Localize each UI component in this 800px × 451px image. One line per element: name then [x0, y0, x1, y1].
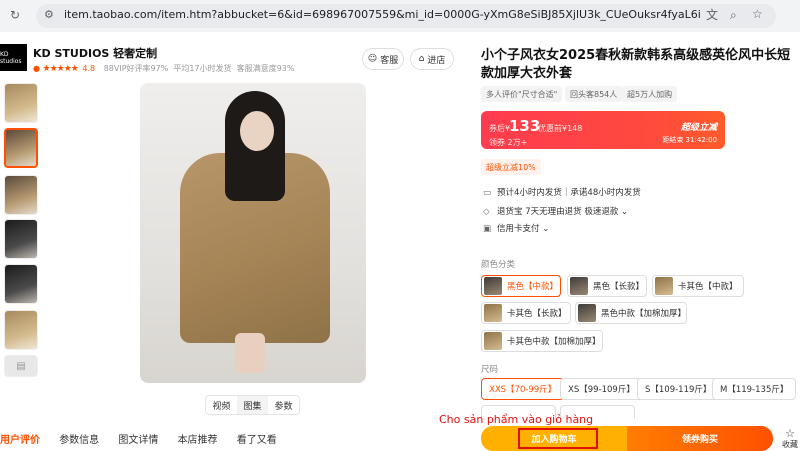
color-option-black-padded[interactable]: 黑色中款【加棉加厚】	[575, 302, 687, 324]
main-product-image[interactable]	[140, 83, 366, 383]
legs-shape	[235, 333, 265, 373]
zoom-icon[interactable]: ⌕	[730, 9, 737, 21]
service-returns[interactable]: ◇ 退货宝 7天无理由退货 极速退款 ⌄	[483, 205, 628, 217]
color-option-black-long[interactable]: 黑色【长款】	[567, 275, 647, 297]
thumbnail-more[interactable]: ▤	[4, 355, 38, 377]
color-option-khaki-padded[interactable]: 卡其色中款【加棉加厚】	[481, 330, 603, 352]
service-shipping: ▭ 预计4小时内发货｜承诺48小时内发货	[483, 188, 641, 198]
thumbnail-3[interactable]	[4, 175, 38, 215]
size-option-s[interactable]: S【109-119斤】	[637, 378, 720, 400]
tab-reviews[interactable]: 用户评价	[0, 435, 40, 446]
annotation-text: Cho sản phẩm vào giỏ hàng	[439, 413, 594, 426]
size-option-xxs[interactable]: XXS【70-99斤】	[481, 378, 565, 400]
reload-icon[interactable]: ↻	[10, 9, 20, 21]
shield-icon: ◇	[483, 207, 490, 217]
tab-detail[interactable]: 图文详情	[118, 435, 158, 446]
truck-icon: ▭	[483, 188, 492, 198]
countdown-timer: 距结束 31:42:00	[662, 136, 717, 144]
size-option-m[interactable]: M【119-135斤】	[712, 378, 797, 400]
color-swatch	[484, 304, 502, 322]
tag-repeat-buyers[interactable]: 回头客854人	[565, 86, 623, 102]
color-swatch	[484, 277, 502, 295]
enter-store-button[interactable]: ⌂ 进店	[410, 48, 454, 70]
browser-toolbar: ↻ ⚙ item.taobao.com/item.htm?abbucket=6&…	[0, 0, 800, 32]
card-icon: ▣	[483, 224, 492, 234]
super-discount-label: 超级立减	[680, 123, 717, 133]
price-banner[interactable]: 券后¥ 133 优惠前¥148 领券 2万+ 超级立减 距结束 31:42:00	[481, 111, 725, 149]
tab-video[interactable]: 视频	[206, 396, 237, 414]
tab-gallery[interactable]: 图集	[237, 396, 268, 414]
tag-review[interactable]: 多人评价"尺寸合适"	[481, 86, 563, 102]
size-label: 尺码	[481, 365, 499, 375]
size-option-xs[interactable]: XS【99-109斤】	[560, 378, 643, 400]
store-rating: 4.8	[82, 64, 96, 73]
color-swatch	[484, 332, 502, 350]
annotation-highlight-box	[518, 428, 598, 449]
thumbnail-1[interactable]	[4, 83, 38, 123]
tab-param-info[interactable]: 参数信息	[59, 435, 99, 446]
translate-icon[interactable]: 文	[706, 9, 718, 21]
url-text[interactable]: item.taobao.com/item.htm?abbucket=6&id=6…	[64, 8, 700, 21]
customer-service-button[interactable]: ☺ 客服	[362, 48, 404, 70]
tab-params[interactable]: 参数	[268, 396, 299, 414]
site-info-icon[interactable]: ⚙	[44, 9, 54, 20]
color-swatch	[655, 277, 673, 295]
color-swatch	[578, 304, 596, 322]
gallery-mode-tabs: 视频 图集 参数	[205, 395, 300, 415]
tab-store-recommend[interactable]: 本店推荐	[178, 435, 218, 446]
favorite-button[interactable]: ☆ 收藏	[781, 428, 799, 450]
thumbnail-4[interactable]	[4, 219, 38, 259]
color-option-khaki-long[interactable]: 卡其色【长款】	[481, 302, 571, 324]
gallery-icon: ▤	[16, 360, 26, 372]
chat-icon: ☺	[367, 54, 378, 64]
stat-vip: 88VIP好评率97%	[103, 64, 169, 73]
color-option-black-mid[interactable]: 黑色【中款】	[481, 275, 561, 297]
detail-tabs: 用户评价 参数信息 图文详情 本店推荐 看了又看	[0, 431, 293, 447]
stat-shipping: 平均17小时发货	[173, 64, 232, 73]
store-badge-icon: ●	[33, 64, 40, 73]
thumbnail-6[interactable]	[4, 310, 38, 350]
store-logo[interactable]: KD studios	[0, 44, 27, 71]
color-swatch	[570, 277, 588, 295]
stat-service: 客服满意度93%	[236, 64, 295, 73]
tag-added-to-cart[interactable]: 超5万人加购	[622, 86, 678, 102]
star-icon: ☆	[785, 427, 795, 440]
face-shape	[240, 111, 274, 151]
store-icon: ⌂	[418, 54, 425, 64]
tab-also-viewed[interactable]: 看了又看	[237, 435, 277, 446]
bookmark-star-icon[interactable]: ☆	[752, 8, 763, 20]
color-option-khaki-mid[interactable]: 卡其色【中款】	[652, 275, 744, 297]
product-title: 小个子风衣女2025春秋新款韩系高级感英伦风中长短款加厚大衣外套	[481, 48, 791, 81]
promo-badge: 超级立减10%	[481, 159, 541, 175]
thumbnail-2[interactable]	[4, 128, 38, 168]
price-before-discount: 优惠前¥148	[538, 124, 583, 133]
price-sub: 领券 2万+	[489, 138, 528, 147]
store-stats: ● ★★★★★ 4.8 88VIP好评率97% 平均17小时发货 客服满意度93…	[33, 63, 294, 74]
rating-stars: ★★★★★	[42, 64, 79, 74]
thumbnail-5[interactable]	[4, 264, 38, 304]
color-label: 颜色分类	[481, 260, 516, 270]
store-name[interactable]: KD STUDIOS 轻奢定制	[33, 45, 157, 61]
service-payment[interactable]: ▣ 信用卡支付 ⌄	[483, 222, 549, 234]
price-amount: 133	[509, 117, 541, 135]
price-prefix: 券后¥	[489, 124, 511, 133]
buy-now-button[interactable]: 领券购买	[627, 426, 773, 451]
